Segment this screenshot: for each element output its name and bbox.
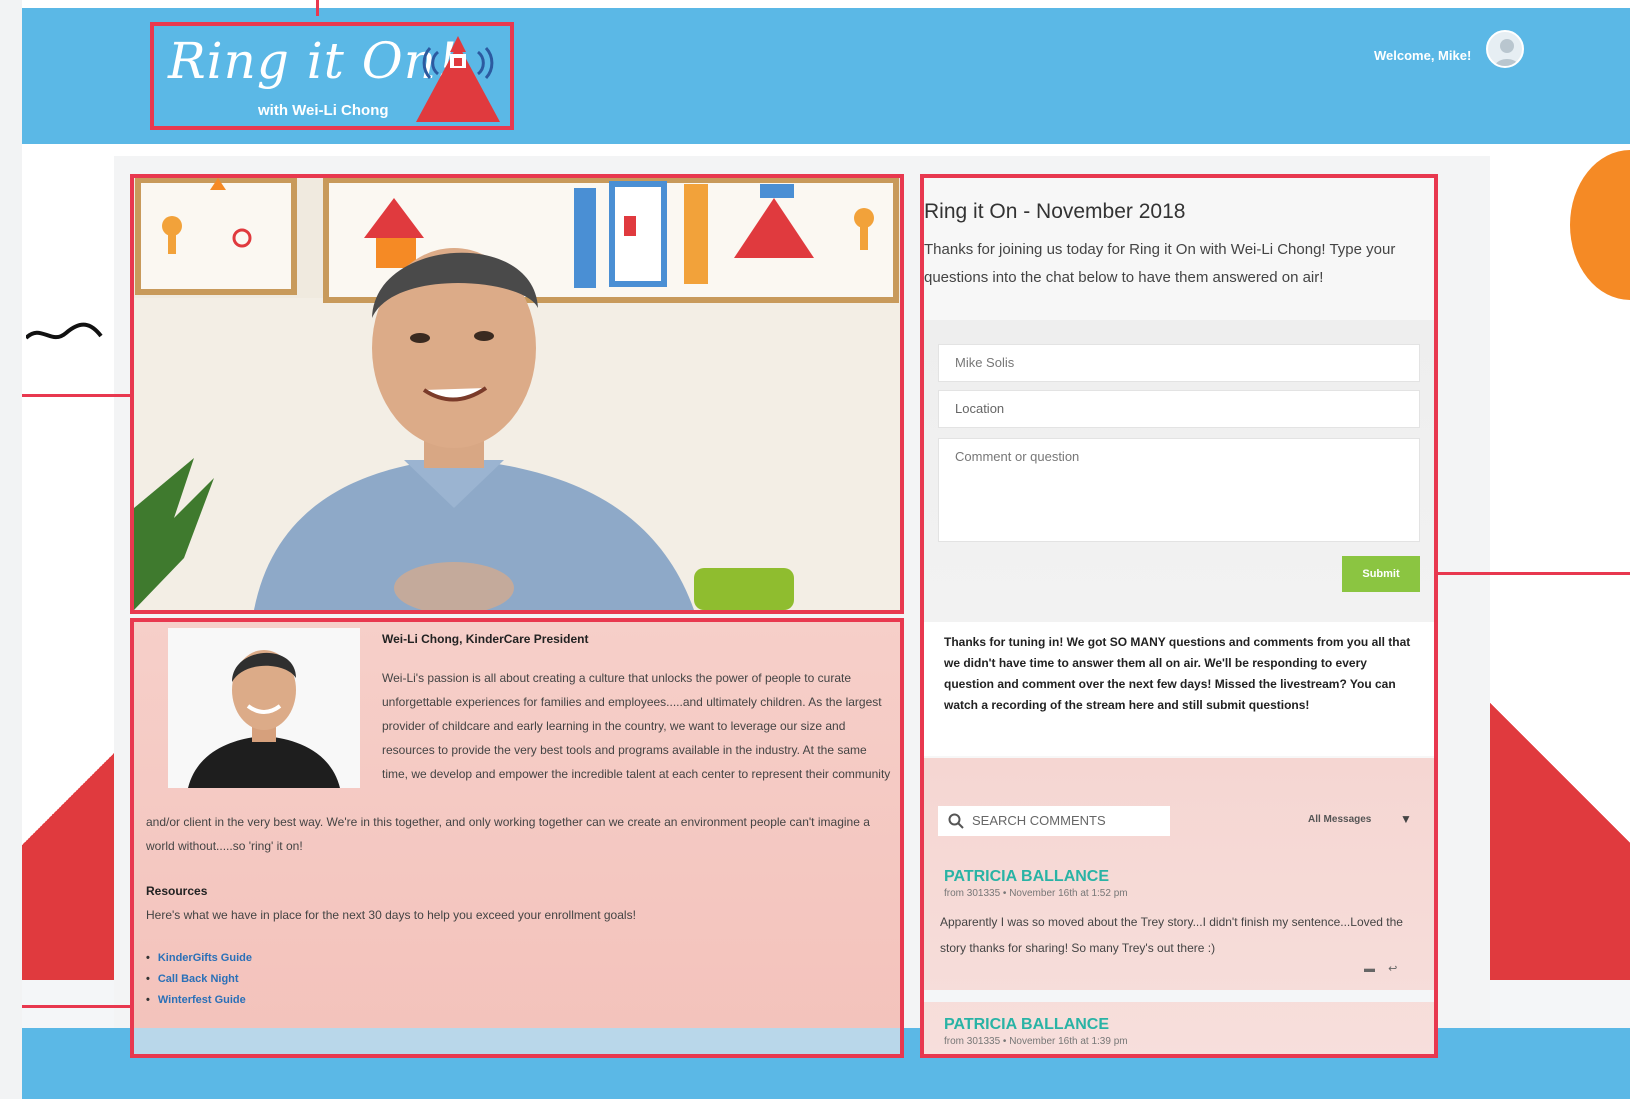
commenter-name: PATRICIA BALLANCE <box>944 1016 1110 1033</box>
annotation-line-bio <box>22 1005 130 1008</box>
name-field[interactable]: Mike Solis <box>938 344 1420 382</box>
logo[interactable]: Ring it On! with Wei-Li Chong <box>150 22 514 130</box>
comment-divider <box>924 990 1434 1002</box>
annotation-line-logo <box>316 0 319 16</box>
annotation-line-video <box>22 394 130 397</box>
video-player[interactable] <box>130 174 904 614</box>
search-icon <box>948 813 964 829</box>
comment-field[interactable]: Comment or question <box>938 438 1420 542</box>
comment-item: PATRICIA BALLANCE from 301335 • November… <box>940 868 1414 975</box>
comment-item: PATRICIA BALLANCE from 301335 • November… <box>944 1016 1414 1047</box>
host-bio-panel: Wei-Li Chong, KinderCare President Wei-L… <box>130 618 904 1058</box>
comment-meta: from 301335 • November 16th at 1:52 pm <box>944 888 1128 899</box>
comment-text: Apparently I was so moved about the Trey… <box>940 915 1403 955</box>
logo-subtitle: with Wei-Li Chong <box>258 102 389 119</box>
bell-tower-icon <box>416 36 500 122</box>
resources-description: Here's what we have in place for the nex… <box>146 908 636 922</box>
welcome-message: Welcome, Mike! <box>1374 48 1472 63</box>
window-edge <box>0 0 22 1099</box>
search-placeholder: SEARCH COMMENTS <box>972 813 1106 828</box>
bio-bottom-strip <box>134 1028 900 1054</box>
resource-link-winterfest[interactable]: Winterfest Guide <box>146 994 252 1015</box>
commenter-name: PATRICIA BALLANCE <box>944 868 1110 885</box>
resources-list: KinderGifts Guide Call Back Night Winter… <box>146 952 252 1015</box>
host-photo <box>168 628 360 788</box>
decorative-squiggle <box>26 322 103 340</box>
chat-panel: Ring it On - November 2018 Thanks for jo… <box>920 174 1438 1058</box>
annotation-line-chat <box>1438 572 1630 575</box>
chat-intro: Thanks for joining us today for Ring it … <box>924 241 1396 286</box>
host-bio-text-continued: and/or client in the very best way. We'r… <box>146 815 870 853</box>
host-name: Wei-Li Chong, KinderCare President <box>382 632 589 646</box>
submit-button[interactable]: Submit <box>1342 556 1420 592</box>
chat-title: Ring it On - November 2018 <box>924 200 1186 223</box>
user-icon <box>1494 39 1520 66</box>
decorative-orange-circle <box>1570 150 1630 300</box>
resource-link-kindergifts[interactable]: KinderGifts Guide <box>146 952 252 973</box>
user-avatar[interactable] <box>1486 30 1524 68</box>
chevron-down-icon[interactable]: ▼ <box>1400 812 1412 826</box>
message-filter[interactable]: All Messages <box>1308 814 1371 825</box>
resources-heading: Resources <box>146 884 208 898</box>
host-portrait-image <box>168 628 360 788</box>
comment-actions: ▬ ↩ <box>1364 962 1397 975</box>
host-bio-text: Wei-Li's passion is all about creating a… <box>382 671 891 781</box>
resource-link-call-back-night[interactable]: Call Back Night <box>146 973 252 994</box>
location-field[interactable]: Location <box>938 390 1420 428</box>
reply-icon[interactable]: ↩ <box>1388 963 1397 975</box>
page: Ring it On! with Wei-Li Chong Welcome, M… <box>22 0 1630 1099</box>
livestream-notice: Thanks for tuning in! We got SO MANY que… <box>924 622 1434 756</box>
search-comments-input[interactable]: SEARCH COMMENTS <box>938 806 1170 836</box>
site-header: Ring it On! with Wei-Li Chong Welcome, M… <box>22 8 1630 144</box>
comment-meta: from 301335 • November 16th at 1:39 pm <box>944 1036 1128 1047</box>
video-frame-image <box>134 178 900 610</box>
flag-icon[interactable]: ▬ <box>1364 963 1375 975</box>
